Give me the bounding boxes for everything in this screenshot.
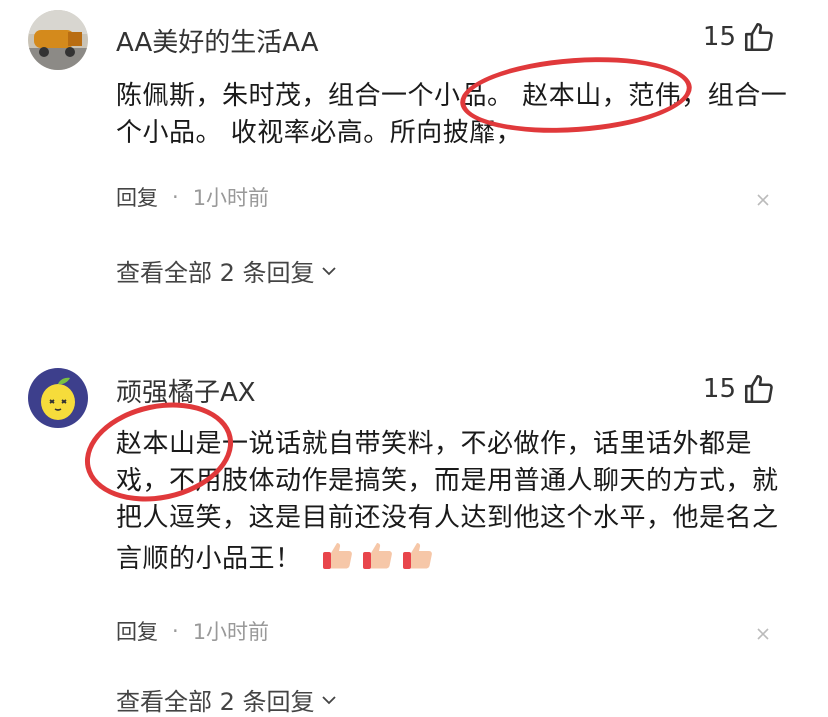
username[interactable]: AA美好的生活AA — [116, 22, 319, 59]
chevron-down-icon — [321, 266, 336, 275]
comment-meta: 回复 · 1小时前 — [116, 616, 269, 646]
thumbs-up-icon — [744, 22, 773, 52]
thumbs-up-emoji-icon — [363, 543, 393, 569]
avatar[interactable] — [28, 10, 88, 70]
view-replies-link[interactable]: 查看全部 2 条回复 — [116, 682, 339, 717]
reply-button[interactable]: 回复 — [116, 616, 158, 646]
comment-meta: 回复 · 1小时前 — [116, 182, 269, 212]
emoji-row — [320, 537, 436, 573]
comment-text: 陈佩斯，朱时茂，组合一个小品。 赵本山，范伟，组合一个小品。 收视率必高。所向披… — [116, 81, 788, 148]
close-icon[interactable] — [756, 193, 770, 207]
close-icon[interactable] — [756, 627, 770, 641]
reply-button[interactable]: 回复 — [116, 182, 158, 212]
comment-body: 赵本山是一说话就自带笑料，不必做作，话里话外都是戏，不用肢体动作是搞笑，而是用普… — [116, 429, 779, 574]
view-replies-link[interactable]: 查看全部 2 条回复 — [116, 253, 339, 288]
avatar[interactable] — [28, 368, 88, 428]
like-button[interactable]: 15 — [703, 372, 776, 406]
comment-item: AA美好的生活AA 15 陈佩斯，朱时茂，组合一个小品。 赵本山，范伟，组合一个… — [0, 0, 828, 330]
like-count: 15 — [702, 374, 736, 404]
like-count: 15 — [702, 22, 736, 52]
timestamp: 1小时前 — [192, 620, 270, 644]
view-replies-label: 查看全部 2 条回复 — [116, 259, 315, 287]
view-replies-label: 查看全部 2 条回复 — [116, 688, 315, 716]
chevron-down-icon — [321, 695, 336, 704]
username[interactable]: 顽强橘子AX — [116, 372, 256, 409]
thumbs-up-emoji-icon — [403, 543, 433, 569]
thumbs-up-emoji-icon — [323, 543, 353, 569]
timestamp: 1小时前 — [192, 186, 270, 210]
like-button[interactable]: 15 — [703, 20, 776, 54]
comment-text: 赵本山是一说话就自带笑料，不必做作，话里话外都是戏，不用肢体动作是搞笑，而是用普… — [116, 426, 796, 578]
comment-item: 顽强橘子AX 15 赵本山是一说话就自带笑料，不必做作，话里话外都是戏，不用肢体… — [0, 356, 828, 716]
separator-dot: · — [172, 619, 179, 643]
thumbs-up-icon — [744, 374, 773, 404]
separator-dot: · — [172, 185, 179, 209]
